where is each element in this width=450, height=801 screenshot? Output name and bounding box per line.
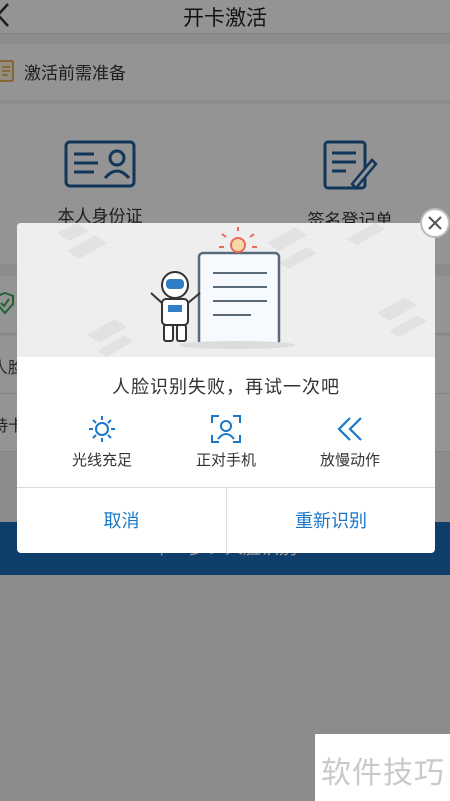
close-icon: [428, 216, 442, 230]
double-chevron-left-icon: [337, 417, 362, 441]
watermark-text: 软件技巧: [321, 757, 445, 790]
retry-recognition-button[interactable]: 重新识别: [227, 488, 435, 553]
astronaut-document-illustration: [57, 223, 427, 357]
dialog-close-button[interactable]: [420, 208, 450, 238]
tip-face-phone: 正对手机: [166, 415, 286, 470]
watermark: 软件技巧: [315, 734, 450, 801]
face-recognition-failed-dialog: 人脸识别失败，再试一次吧 光线充足 正对手机 放慢动作 取消 重新识别: [17, 223, 435, 553]
tips-row: 光线充足 正对手机 放慢动作: [17, 415, 435, 475]
sun-icon: [89, 416, 115, 442]
tip-lighting: 光线充足: [42, 415, 162, 470]
failure-message: 人脸识别失败，再试一次吧: [112, 377, 340, 397]
cancel-button[interactable]: 取消: [17, 488, 226, 553]
tip-slow-motion: 放慢动作: [290, 415, 410, 470]
dialog-illustration: [17, 223, 435, 357]
dialog-actions: 取消 重新识别: [17, 487, 435, 553]
tip-face-phone-label: 正对手机: [195, 452, 256, 469]
tip-slow-motion-label: 放慢动作: [319, 452, 380, 469]
tip-lighting-label: 光线充足: [71, 452, 132, 469]
face-frame-icon: [211, 415, 241, 443]
